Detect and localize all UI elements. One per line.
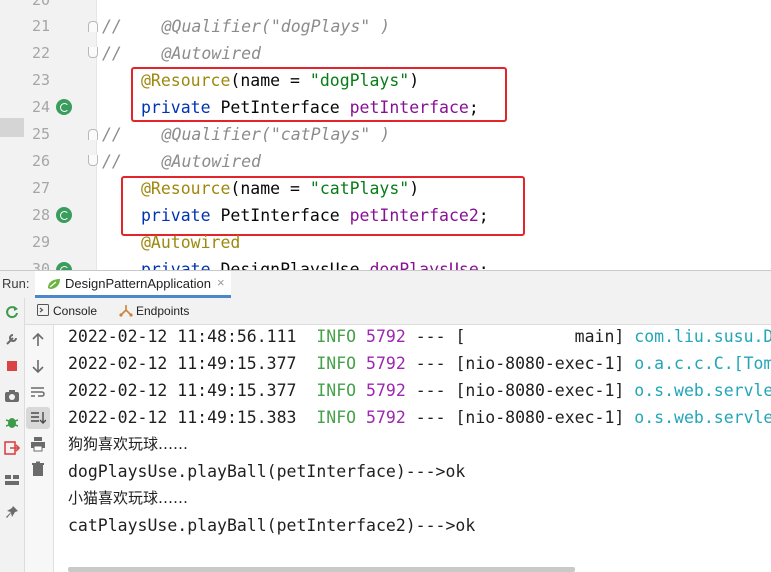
close-icon[interactable]: × [217,275,225,290]
arrow-down-icon[interactable] [30,358,46,374]
output-line: 小猫喜欢玩球…… [68,489,189,507]
log-separator: --- [405,327,456,346]
log-separator: --- [405,381,456,400]
run-left-toolbar [0,298,25,572]
log-thread: [nio-8080-exec-1] [455,354,625,373]
console-icon [37,304,49,316]
log-timestamp: 2022-02-12 11:49:15.377 [68,354,297,373]
fold-icon[interactable] [88,155,98,166]
code-editor[interactable]: 20 21 // @Qualifier("dogPlays" ) 22 // @… [0,0,771,270]
run-toolbar: Run: DesignPatternApplication × [0,270,771,299]
scroll-to-end-toggle[interactable] [26,407,50,429]
spring-bean-icon[interactable] [56,99,72,115]
output-line: 狗狗喜欢玩球…… [68,435,189,453]
spring-bean-icon[interactable] [56,207,72,223]
line-number: 26 [31,152,50,170]
soft-wrap-icon[interactable] [30,384,46,400]
log-level: INFO [316,408,357,427]
log-pid: 5792 [366,408,406,427]
line-number: 23 [31,71,50,89]
camera-icon[interactable] [4,388,20,404]
run-configuration-tab[interactable]: DesignPatternApplication × [35,271,231,298]
log-thread: [ main] [455,327,625,346]
trash-icon[interactable] [30,461,46,477]
log-separator: --- [405,354,456,373]
log-timestamp: 2022-02-12 11:49:15.377 [68,381,297,400]
log-line: 2022-02-12 11:49:15.383 INFO 5792 --- [n… [68,404,771,431]
log-thread: [nio-8080-exec-1] [455,381,625,400]
line-number: 30 [31,260,50,270]
console-side-toolbar [25,325,54,572]
log-logger: o.s.web.servle [634,381,771,400]
code-line-comment[interactable]: // @Qualifier("catPlays" ) [102,121,390,148]
log-line: 2022-02-12 11:49:15.377 INFO 5792 --- [n… [68,350,771,377]
stop-icon[interactable] [4,358,20,374]
log-logger: com.liu.susu.D [634,327,771,346]
pin-icon[interactable] [4,504,20,520]
code-line-field[interactable]: private DesignPlaysUse dogPlaysUse; [141,256,489,270]
log-timestamp: 2022-02-12 11:48:56.111 [68,327,297,346]
fold-icon[interactable] [88,129,98,140]
line-number: 27 [31,179,50,197]
code-token: ; [478,260,489,270]
tab-endpoints-label: Endpoints [136,304,190,318]
rerun-icon[interactable] [4,304,20,320]
print-icon[interactable] [30,436,46,452]
line-number: 22 [31,44,50,62]
exit-icon[interactable] [4,440,20,456]
log-line: 2022-02-12 11:48:56.111 INFO 5792 --- [ … [68,325,771,350]
fold-icon[interactable] [88,47,98,58]
log-logger: o.s.web.servle [634,408,771,427]
layout-icon[interactable] [4,472,20,488]
output-line: dogPlaysUse.playBall(petInterface)--->ok [68,462,466,481]
log-line: 2022-02-12 11:49:15.377 INFO 5792 --- [n… [68,377,771,404]
highlight-box [121,176,525,236]
field-token: dogPlaysUse [369,260,479,270]
endpoints-icon [119,305,133,317]
code-line-comment[interactable]: // @Qualifier("dogPlays" ) [102,13,390,40]
debug-bug-icon[interactable] [4,414,20,430]
log-pid: 5792 [366,327,406,346]
type-token: DesignPlaysUse [210,260,370,270]
run-tab-label: DesignPatternApplication [65,276,211,291]
spring-boot-icon [48,279,60,289]
log-level: INFO [316,354,357,373]
fold-icon[interactable] [88,21,98,32]
line-number: 25 [31,125,50,143]
tab-console-label: Console [53,304,98,318]
line-number: 29 [31,233,50,251]
horizontal-scrollbar[interactable] [68,567,575,572]
line-number: 21 [31,17,50,35]
line-number: 24 [31,98,50,116]
log-pid: 5792 [366,381,406,400]
code-line-comment[interactable]: // @Autowired [102,40,261,67]
arrow-up-icon[interactable] [30,332,46,348]
log-level: INFO [316,327,357,346]
line-number: 20 [31,0,50,9]
run-subtab-bar: Console Endpoints [25,298,771,325]
scroll-to-end-icon [31,412,46,424]
log-level: INFO [316,381,357,400]
line-number: 28 [31,206,50,224]
log-timestamp: 2022-02-12 11:49:15.383 [68,408,297,427]
output-line: catPlaysUse.playBall(petInterface2)--->o… [68,516,476,535]
keyword-token: private [141,260,211,270]
highlight-box [131,67,507,122]
log-thread: [nio-8080-exec-1] [455,408,625,427]
tab-endpoints[interactable]: Endpoints [119,304,189,318]
code-line-comment[interactable]: // @Autowired [102,148,261,175]
console-output[interactable]: 2022-02-12 11:48:56.111 INFO 5792 --- [ … [54,325,771,572]
wrench-icon[interactable] [4,331,20,347]
run-label: Run: [2,276,30,291]
tab-console[interactable]: Console [37,304,97,318]
log-pid: 5792 [366,354,406,373]
code-line-autowired[interactable]: @Autowired [141,229,240,256]
log-logger: o.a.c.c.C.[Tom [634,354,771,373]
log-separator: --- [405,408,456,427]
